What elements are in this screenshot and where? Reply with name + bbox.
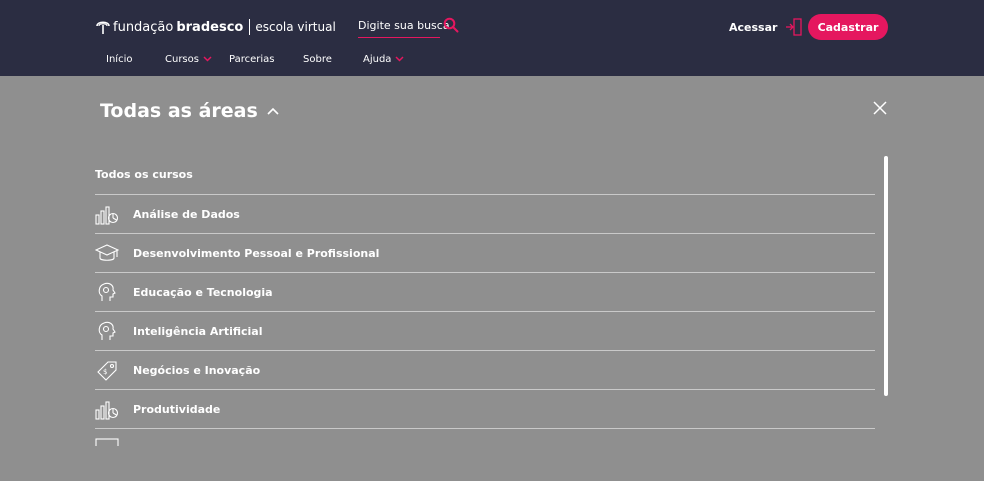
chevron-down-icon (203, 56, 212, 62)
head-profile-icon (98, 321, 116, 340)
area-label: Análise de Dados (133, 208, 240, 221)
area-item-partial[interactable] (95, 428, 875, 446)
nav-label: Início (106, 53, 133, 65)
nav-label: Ajuda (363, 53, 392, 65)
login-label: Acessar (729, 20, 778, 34)
panel-title: Todas as áreas (100, 100, 258, 122)
business-tag-icon: $ (97, 361, 117, 381)
site-header: fundação bradesco escola virtual Digite … (0, 0, 984, 76)
nav-cursos[interactable]: Cursos (165, 52, 212, 66)
head-profile-icon (98, 282, 116, 301)
nav-inicio[interactable]: Início (106, 52, 132, 66)
site-logo[interactable]: fundação bradesco escola virtual (95, 16, 336, 38)
areas-dropdown-toggle[interactable]: Todas as áreas (100, 100, 279, 122)
login-door-icon (786, 18, 803, 36)
svg-text:$: $ (103, 368, 107, 376)
logo-text-product: escola virtual (255, 20, 336, 34)
areas-scrollbar[interactable] (884, 156, 888, 396)
nav-ajuda[interactable]: Ajuda (363, 52, 404, 66)
area-item-inteligencia-artificial[interactable]: Inteligência Artificial (95, 311, 875, 350)
logo-text-bradesco: bradesco (176, 19, 244, 35)
area-label: Desenvolvimento Pessoal e Profissional (133, 247, 380, 260)
search-icon[interactable] (443, 17, 459, 33)
close-icon[interactable] (872, 100, 888, 116)
graduation-cap-icon (95, 244, 119, 261)
area-item-educacao-tecnologia[interactable]: Educação e Tecnologia (95, 272, 875, 311)
chevron-down-icon (395, 56, 404, 62)
area-label: Inteligência Artificial (133, 325, 263, 338)
nav-sobre[interactable]: Sobre (303, 52, 332, 66)
area-item-negocios-inovacao[interactable]: $ Negócios e Inovação (95, 350, 875, 389)
logo-text-fundacao: fundação (113, 19, 174, 35)
signup-button[interactable]: Cadastrar (808, 14, 888, 40)
area-item-desenvolvimento[interactable]: Desenvolvimento Pessoal e Profissional (95, 233, 875, 272)
login-button[interactable]: Acessar (729, 18, 803, 36)
area-item-produtividade[interactable]: Produtividade (95, 389, 875, 428)
area-label: Produtividade (133, 403, 221, 416)
monitor-icon (95, 438, 119, 446)
search-input[interactable]: Digite sua busca (358, 16, 450, 38)
nav-label: Sobre (303, 53, 332, 65)
nav-label: Parcerias (229, 53, 275, 65)
data-analysis-icon (95, 401, 119, 420)
chevron-up-icon (267, 107, 279, 115)
all-courses-link[interactable]: Todos os cursos (95, 168, 193, 181)
data-analysis-icon (95, 206, 119, 225)
logo-divider (249, 19, 251, 35)
area-label: Negócios e Inovação (133, 364, 261, 377)
bradesco-tree-icon (96, 21, 110, 34)
areas-list: Todos os cursos Análise de Dados Desenvo… (95, 156, 875, 446)
area-item-analise-de-dados[interactable]: Análise de Dados (95, 194, 875, 233)
nav-label: Cursos (165, 53, 199, 65)
area-label: Educação e Tecnologia (133, 286, 273, 299)
nav-parcerias[interactable]: Parcerias (229, 52, 274, 66)
